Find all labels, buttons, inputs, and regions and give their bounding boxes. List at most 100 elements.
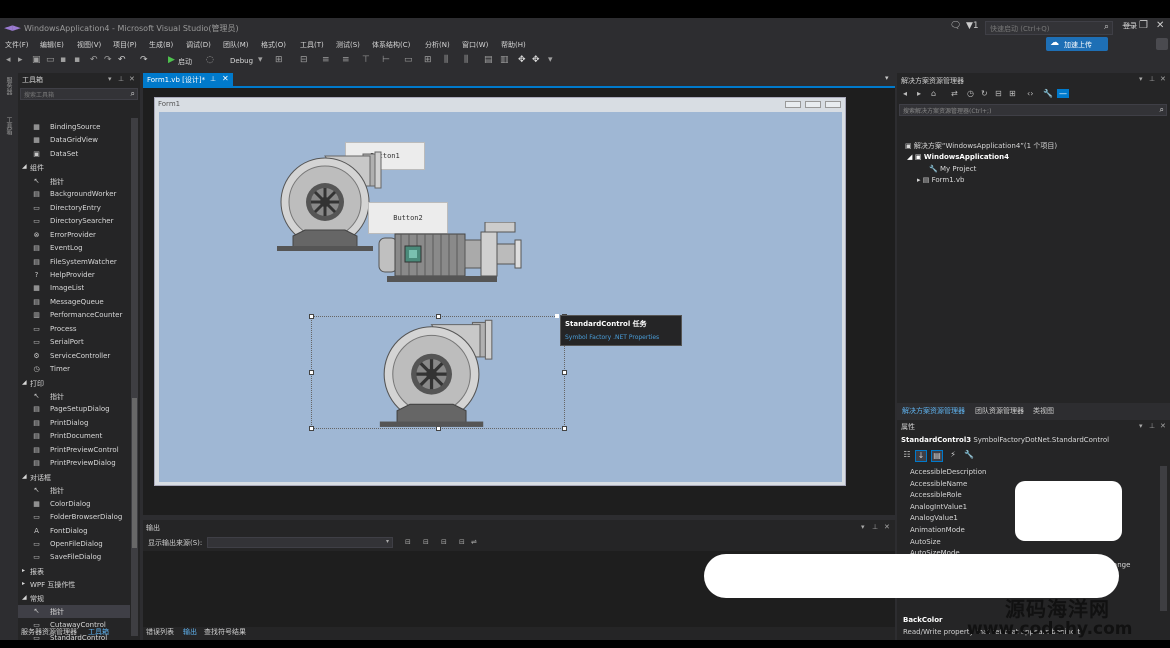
sign-in-link[interactable]: 登录 — [1123, 21, 1137, 31]
spacing-icon[interactable]: ⫼ — [444, 55, 448, 65]
sort-alpha-icon[interactable]: ↓ — [915, 450, 927, 462]
upload-button[interactable]: ☁ 加速上传 — [1046, 37, 1108, 51]
my-project-node[interactable]: 🔧 My Project — [929, 165, 976, 173]
sync-icon[interactable]: ⇄ — [951, 89, 958, 98]
property-pages-icon[interactable]: 🔧 — [963, 450, 975, 462]
toolbox-item[interactable]: ▭ Process — [18, 323, 130, 336]
menu-item-4[interactable]: 生成(B) — [149, 40, 173, 50]
pin-icon[interactable]: ⊥ — [1149, 75, 1155, 83]
menu-item-6[interactable]: 团队(M) — [223, 40, 249, 50]
pump-symbol-1[interactable] — [275, 148, 387, 252]
view-code-icon[interactable]: ‹› — [1027, 89, 1033, 98]
config-select[interactable]: Debug — [230, 57, 253, 65]
toolbox-item[interactable]: ▤ MessageQueue — [18, 296, 130, 309]
pin-icon[interactable]: ⊥ — [1149, 422, 1155, 430]
toolbox-item[interactable]: ▭ DirectoryEntry — [18, 202, 130, 215]
pin-icon[interactable]: ⊥ — [872, 523, 878, 531]
toolbox-item[interactable]: A FontDialog — [18, 525, 130, 538]
spacing-icon[interactable]: ⫼ — [464, 55, 468, 65]
resize-handle[interactable] — [309, 314, 314, 319]
toolbox-item[interactable]: ⊗ ErrorProvider — [18, 229, 130, 242]
align-center-icon[interactable]: ≡ — [322, 55, 330, 65]
resize-handle[interactable] — [562, 370, 567, 375]
forward-icon[interactable]: ▸ — [917, 89, 921, 98]
menu-item-3[interactable]: 项目(P) — [113, 40, 137, 50]
close-icon[interactable]: ✕ — [222, 74, 229, 83]
pin-icon[interactable]: ⊥ — [118, 75, 124, 83]
save-icon[interactable]: ▪ — [60, 55, 66, 65]
error-list-tab[interactable]: 错误列表 — [146, 627, 174, 637]
align-right-icon[interactable]: ≡ — [342, 55, 350, 65]
project-node[interactable]: ◢ ▣ WindowsApplication4 — [907, 153, 1009, 161]
solution-explorer-search-input[interactable]: 搜索解决方案资源管理器(Ctrl+;) ⌕ — [899, 104, 1167, 116]
collapse-icon[interactable]: ⊟ — [995, 89, 1002, 98]
toolbox-item[interactable]: ▤ FileSystemWatcher — [18, 256, 130, 269]
clear-icon[interactable]: ⊟ — [459, 538, 465, 546]
toolbox-item[interactable]: ▤ PrintPreviewControl — [18, 444, 130, 457]
toolbox-item[interactable]: ▤ EventLog — [18, 242, 130, 255]
toolbox-scrollbar[interactable] — [131, 118, 138, 636]
smart-tag-glyph[interactable] — [555, 314, 559, 318]
bring-front-icon[interactable]: ▤ — [484, 55, 493, 65]
chevron-down-icon[interactable]: ▾ — [861, 523, 865, 531]
toolbox-item[interactable]: ⚙ ServiceController — [18, 350, 130, 363]
toolbox-item[interactable]: ? HelpProvider — [18, 269, 130, 282]
tab-form1-design[interactable]: Form1.vb [设计]* ⊥ ✕ — [143, 73, 233, 86]
close-icon[interactable]: ✕ — [1160, 422, 1166, 430]
properties-icon[interactable]: ▤ — [931, 450, 943, 462]
align-left-icon[interactable]: ⊟ — [300, 55, 308, 65]
tab-team-explorer[interactable]: 团队资源管理器 — [975, 406, 1024, 416]
chevron-down-icon[interactable]: ▾ — [1139, 75, 1143, 83]
properties-icon[interactable]: 🔧 — [1043, 89, 1053, 98]
account-icon[interactable] — [1156, 38, 1168, 50]
undo-icon[interactable]: ↶ — [90, 55, 98, 65]
menu-item-1[interactable]: 编辑(E) — [40, 40, 64, 50]
toolbox-item[interactable]: ▣ DataSet — [18, 148, 130, 161]
menu-item-9[interactable]: 测试(S) — [336, 40, 360, 50]
tab-order-icon[interactable]: ✥ — [518, 55, 526, 65]
resize-handle[interactable] — [309, 370, 314, 375]
feedback-icon[interactable]: 🗨 — [950, 21, 961, 31]
align-top-icon[interactable]: ⊤ — [362, 55, 370, 65]
find-symbol-results-tab[interactable]: 查找符号结果 — [204, 627, 246, 637]
menu-item-13[interactable]: 帮助(H) — [501, 40, 526, 50]
menu-item-10[interactable]: 体系结构(C) — [372, 40, 410, 50]
menu-item-2[interactable]: 视图(V) — [77, 40, 101, 50]
show-all-icon[interactable]: ⊞ — [1009, 89, 1016, 98]
toolbox-item[interactable]: ▦ ColorDialog — [18, 498, 130, 511]
close-icon[interactable]: ✕ — [884, 523, 890, 531]
menu-item-0[interactable]: 文件(F) — [5, 40, 29, 50]
events-icon[interactable]: ⚡ — [947, 450, 959, 462]
tab-class-view[interactable]: 类视图 — [1033, 406, 1054, 416]
new-project-icon[interactable]: ▣ — [32, 55, 41, 65]
toolbox-item[interactable]: ▦ ImageList — [18, 282, 130, 295]
close-icon[interactable]: ✕ — [129, 75, 135, 83]
back-icon[interactable]: ◂ — [6, 55, 11, 65]
toolbox-item[interactable]: ▦ BindingSource — [18, 121, 130, 134]
menu-item-7[interactable]: 格式(O) — [261, 40, 286, 50]
toolbox-item[interactable]: ▤ PrintDocument — [18, 430, 130, 443]
close-icon[interactable]: ✕ — [1160, 75, 1166, 83]
toolbox-item[interactable]: ▥ PerformanceCounter — [18, 309, 130, 322]
toolbox-item[interactable]: ▭ OpenFileDialog — [18, 538, 130, 551]
maximize-icon[interactable]: ❐ — [1139, 20, 1148, 31]
send-back-icon[interactable]: ▥ — [500, 55, 509, 65]
save-all-icon[interactable]: ▪ — [74, 55, 80, 65]
prev-icon[interactable]: ⊟ — [423, 538, 429, 546]
menu-item-12[interactable]: 窗口(W) — [462, 40, 488, 50]
find-icon[interactable]: ⊟ — [405, 538, 411, 546]
menu-item-11[interactable]: 分析(N) — [425, 40, 450, 50]
chevron-down-icon[interactable]: ▾ — [1139, 422, 1143, 430]
redo-icon[interactable]: ↷ — [104, 55, 112, 65]
toolbox-item[interactable]: ◷ Timer — [18, 363, 130, 376]
output-tab[interactable]: 输出 — [183, 627, 197, 637]
pump-symbol-selected[interactable] — [377, 316, 499, 428]
toolbox-item[interactable]: ▤ BackgroundWorker — [18, 188, 130, 201]
categorized-icon[interactable]: ☷ — [901, 450, 913, 462]
toolbox-item[interactable]: ▭ DirectorySearcher — [18, 215, 130, 228]
server-explorer-tab[interactable]: 服务器 — [3, 77, 13, 95]
toolbox-item[interactable]: ▭ FolderBrowserDialog — [18, 511, 130, 524]
resize-handle[interactable] — [309, 426, 314, 431]
toolbox-search-input[interactable]: 搜索工具箱 ⌕ — [20, 88, 138, 100]
home-icon[interactable]: ⌂ — [931, 89, 936, 98]
